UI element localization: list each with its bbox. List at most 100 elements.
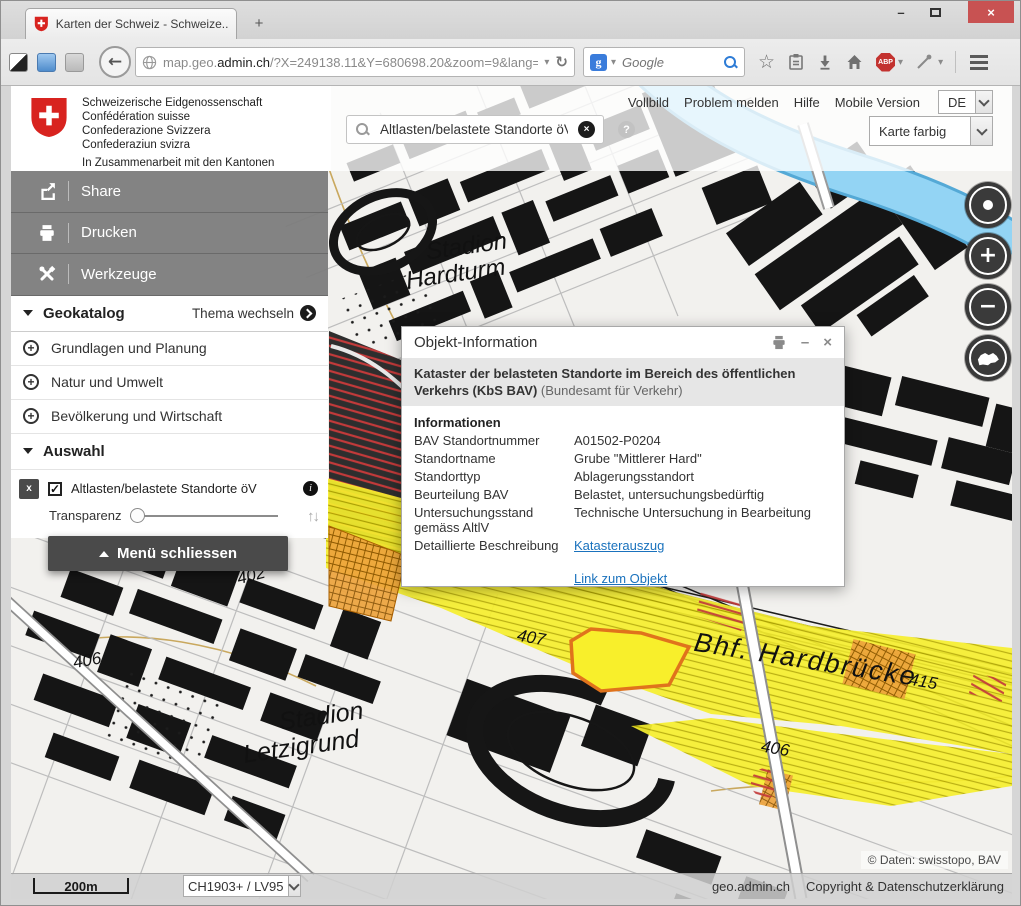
browser-search-input[interactable] <box>620 54 719 71</box>
expand-plus-icon[interactable]: + <box>23 408 39 424</box>
search-go-icon[interactable] <box>723 55 738 70</box>
map-search-box[interactable]: × <box>346 115 604 144</box>
url-bar[interactable]: map.geo.admin.ch/?X=249138.11&Y=680698.2… <box>135 47 575 77</box>
printer-icon <box>38 224 56 242</box>
downloads-button[interactable] <box>817 54 833 70</box>
link-mobile-version[interactable]: Mobile Version <box>835 95 920 110</box>
extension-icon-window[interactable] <box>37 53 56 72</box>
browser-window: Karten der Schweiz - Schweize... + – × ←… <box>0 0 1021 906</box>
caret-up-icon <box>99 551 109 557</box>
info-value: Ablagerungsstandort <box>574 469 832 484</box>
zoom-in-button[interactable]: + <box>965 233 1011 279</box>
layer-visibility-checkbox[interactable]: ✓ <box>48 482 62 496</box>
link-hilfe[interactable]: Hilfe <box>794 95 820 110</box>
bookmarks-menu-button[interactable] <box>788 53 804 71</box>
map-search-input[interactable] <box>378 121 570 138</box>
close-menu-button[interactable]: Menü schliessen <box>48 536 288 571</box>
copyright-link[interactable]: Copyright & Datenschutzerklärung <box>806 879 1004 894</box>
category-bevoelkerung[interactable]: + Bevölkerung und Wirtschaft <box>11 400 328 434</box>
extension-icon-archive[interactable] <box>65 53 84 72</box>
geocatalog-header[interactable]: Geokatalog Thema wechseln <box>11 296 328 332</box>
info-label: Untersuchungsstand gemäss AltlV <box>414 505 566 535</box>
slider-thumb[interactable] <box>130 508 145 523</box>
geolocation-button[interactable] <box>965 182 1011 228</box>
link-zum-objekt[interactable]: Link zum Objekt <box>574 571 667 586</box>
extension-icon-contrast[interactable] <box>9 53 28 72</box>
remove-layer-button[interactable]: x <box>19 479 39 499</box>
sidebar-item-tools[interactable]: Werkzeuge <box>11 254 328 296</box>
switch-theme-link[interactable]: Thema wechseln <box>192 305 316 321</box>
info-label: Beurteilung BAV <box>414 487 566 502</box>
adblock-button[interactable]: ABP ▾ <box>876 53 903 72</box>
expand-plus-icon[interactable]: + <box>23 374 39 390</box>
home-button[interactable] <box>846 54 863 70</box>
info-value: Grube "Mittlerer Hard" <box>574 451 832 466</box>
popup-body: Informationen BAV StandortnummerA01502-P… <box>402 406 844 595</box>
sidebar-item-share[interactable]: Share <box>11 171 328 213</box>
language-select[interactable]: DE <box>938 90 993 114</box>
info-label: Standorttyp <box>414 469 566 484</box>
zoom-out-button[interactable]: − <box>965 284 1011 330</box>
new-tab-button[interactable]: + <box>245 13 273 35</box>
window-close-button[interactable]: × <box>968 1 1014 23</box>
search-icon <box>355 122 370 137</box>
map-attribution[interactable]: © Daten: swisstopo, BAV <box>861 851 1008 869</box>
extension-brush-button[interactable]: ▾ <box>916 54 943 70</box>
layer-info-button[interactable]: i <box>303 481 318 496</box>
projection-select[interactable]: CH1903+ / LV95 <box>183 875 301 897</box>
sidebar-item-print[interactable]: Drucken <box>11 213 328 255</box>
layer-label: Altlasten/belastete Standorte öV <box>71 481 294 496</box>
category-grundlagen[interactable]: + Grundlagen und Planung <box>11 332 328 366</box>
katasterauszug-link[interactable]: Katasterauszug <box>574 538 664 553</box>
browser-tab[interactable]: Karten der Schweiz - Schweize... <box>25 8 237 39</box>
category-natur[interactable]: + Natur und Umwelt <box>11 366 328 400</box>
home-icon <box>846 54 863 70</box>
zoom-to-switzerland-button[interactable] <box>965 335 1011 381</box>
toolbar-overflow-icon[interactable]: ▾ <box>938 57 943 68</box>
link-problem-melden[interactable]: Problem melden <box>684 95 779 110</box>
target-dot-icon <box>983 200 993 210</box>
bookmark-star-button[interactable]: ☆ <box>758 51 775 73</box>
slider-track[interactable] <box>130 515 278 518</box>
divider <box>68 181 69 201</box>
popup-close-button[interactable]: × <box>823 335 832 350</box>
info-table: BAV StandortnummerA01502-P0204 Standortn… <box>414 433 832 586</box>
clipboard-icon <box>788 53 804 71</box>
titlebar[interactable]: Karten der Schweiz - Schweize... + – × <box>1 1 1020 39</box>
window-maximize-button[interactable] <box>920 1 950 23</box>
print-icon[interactable] <box>771 335 787 350</box>
transparency-label: Transparenz <box>49 508 122 523</box>
scale-bar: 200m <box>33 878 129 894</box>
confederation-names: Schweizerische Eidgenossenschaft Confédé… <box>82 96 274 171</box>
back-button[interactable]: ← <box>99 46 131 78</box>
layer-reorder-buttons[interactable]: ↑↓ <box>307 507 318 525</box>
tab-title: Karten der Schweiz - Schweize... <box>56 17 228 31</box>
page-viewport: Stadion Hardturm Bhf. Hardbrücke Stadion… <box>11 86 1012 899</box>
reload-button[interactable]: ↻ <box>555 53 568 71</box>
map-style-select[interactable]: Karte farbig <box>869 116 993 146</box>
selection-header[interactable]: Auswahl <box>11 434 328 470</box>
engine-dropdown-icon[interactable]: ▾ <box>611 57 616 68</box>
info-value: Belastet, untersuchungsbedürftig <box>574 487 832 502</box>
sidebar: Share Drucken Werkzeuge Geokatalog Thema… <box>11 171 328 538</box>
popup-header[interactable]: Objekt-Information – × <box>402 327 844 358</box>
info-value: Technische Untersuchung in Bearbeitung <box>574 505 832 535</box>
page-header: Schweizerische Eidgenossenschaft Confédé… <box>11 86 1012 171</box>
popup-minimize-button[interactable]: – <box>801 335 809 350</box>
clear-search-button[interactable]: × <box>578 121 595 138</box>
browser-search-bar[interactable]: g ▾ <box>583 47 745 77</box>
transparency-slider[interactable] <box>130 508 278 524</box>
google-engine-icon[interactable]: g <box>590 54 607 71</box>
window-minimize-button[interactable]: – <box>886 1 916 23</box>
search-help-button[interactable]: ? <box>618 121 635 138</box>
geoadmin-link[interactable]: geo.admin.ch <box>712 879 790 894</box>
expand-plus-icon[interactable]: + <box>23 340 39 356</box>
browser-toolbar: ← map.geo.admin.ch/?X=249138.11&Y=680698… <box>1 39 1020 86</box>
link-vollbild[interactable]: Vollbild <box>628 95 669 110</box>
transparency-row: Transparenz ↑↓ <box>19 502 318 530</box>
info-label: BAV Standortnummer <box>414 433 566 448</box>
abp-dropdown-icon[interactable]: ▾ <box>898 57 903 68</box>
download-arrow-icon <box>817 54 833 70</box>
url-dropdown-icon[interactable]: ▾ <box>544 57 549 68</box>
menu-button[interactable] <box>970 55 988 70</box>
